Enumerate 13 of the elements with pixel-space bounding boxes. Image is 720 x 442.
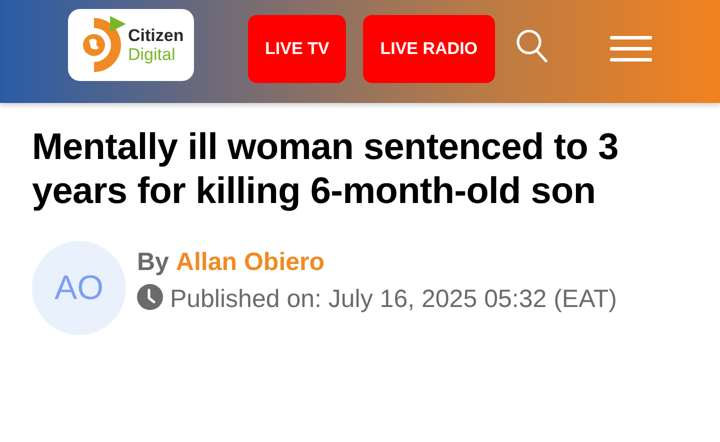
article-title: Mentally ill woman sentenced to 3 years for killing 6-month-old son — [32, 125, 620, 213]
search-icon[interactable] — [514, 28, 549, 64]
clock-icon — [137, 284, 163, 310]
live-button[interactable]: LIVE RADIO — [363, 14, 495, 82]
author-avatar: AO — [32, 241, 126, 335]
live-button[interactable]: LIVE TV — [248, 14, 346, 82]
logo-text: Citizen — [128, 26, 184, 44]
site-logo[interactable]: Citizen Digital — [68, 8, 194, 80]
publish-date: Published on: July 16, 2025 05:32 (EAT) — [170, 285, 617, 313]
menu-icon[interactable] — [610, 36, 652, 62]
logo-text: Digital — [128, 44, 176, 64]
byline-label: By — [137, 248, 169, 276]
author-link[interactable]: Allan Obiero — [176, 248, 325, 276]
